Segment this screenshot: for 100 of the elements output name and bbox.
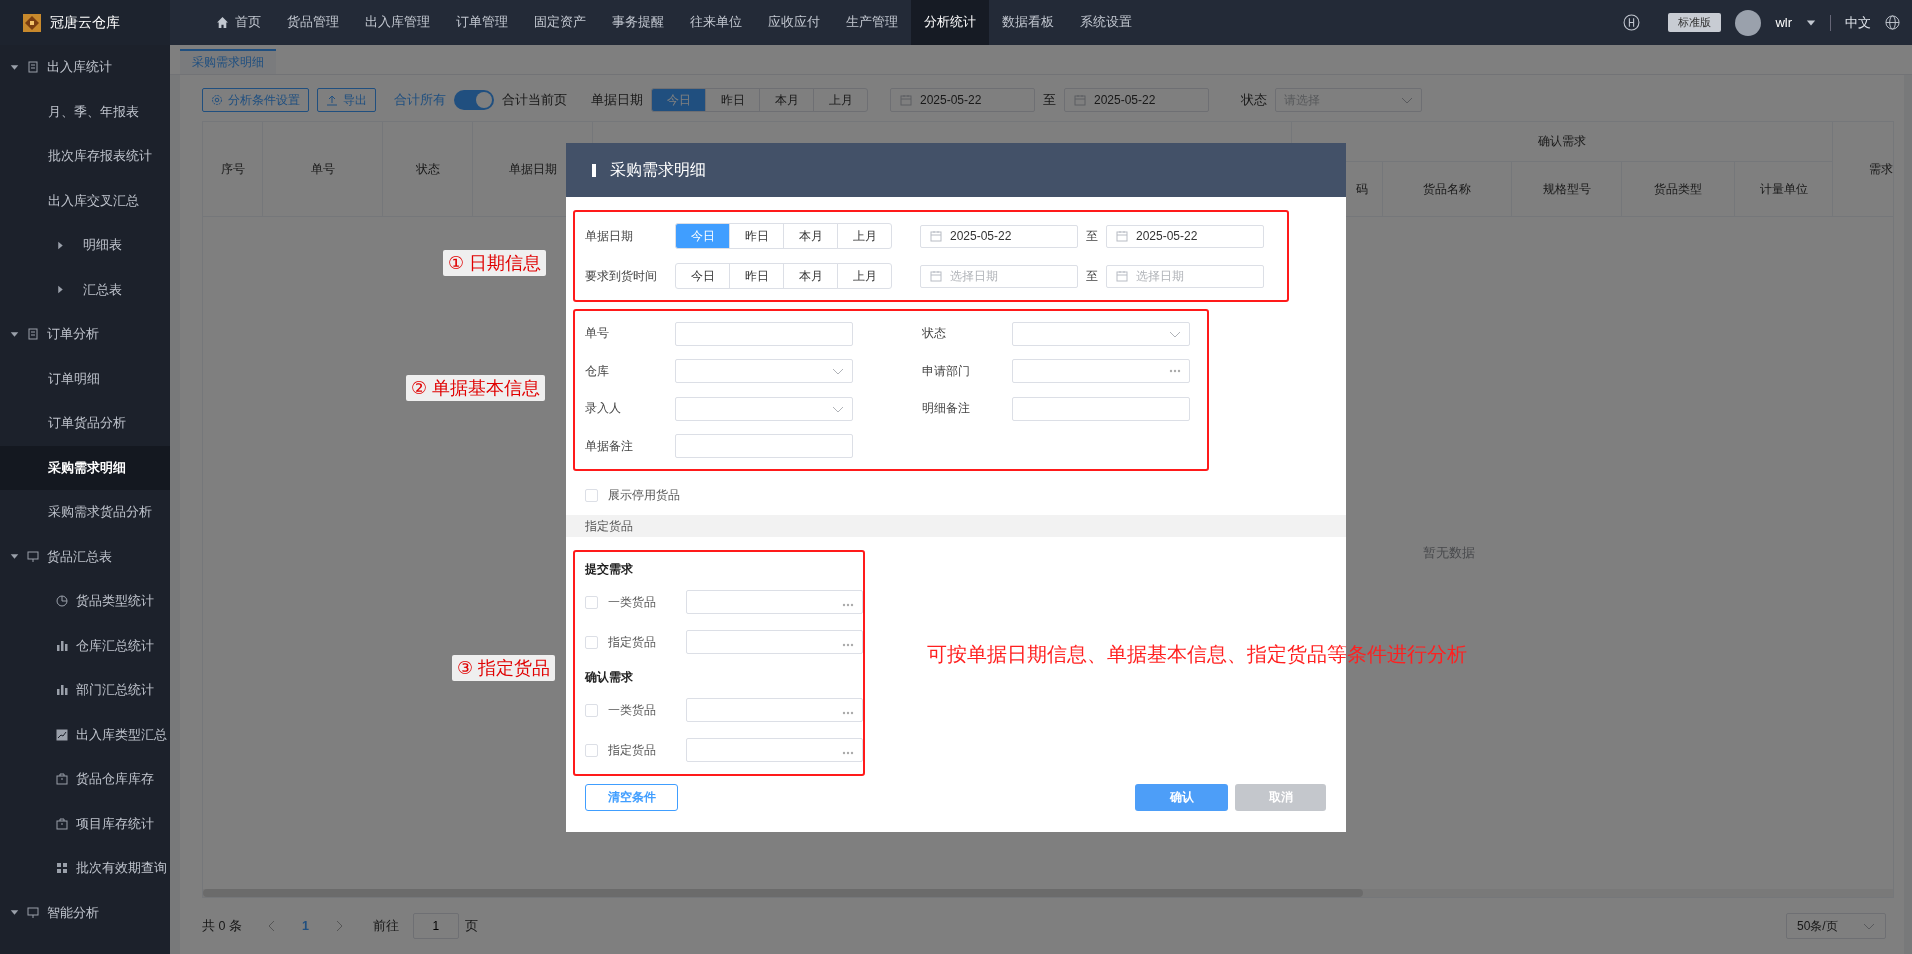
more-icon bbox=[842, 751, 854, 755]
date-option[interactable]: 本月 bbox=[759, 88, 814, 112]
select-field[interactable] bbox=[675, 359, 853, 384]
date-field[interactable]: 2025-05-22 bbox=[890, 88, 1035, 112]
calendar-icon bbox=[930, 270, 942, 282]
input-field[interactable] bbox=[1012, 396, 1190, 421]
sidebar-item[interactable]: 出入库类型汇总 bbox=[0, 712, 170, 757]
sidebar-group[interactable]: 智能分析 bbox=[0, 890, 170, 935]
calendar-icon bbox=[900, 94, 912, 106]
select-field[interactable] bbox=[1012, 321, 1190, 346]
globe-icon[interactable] bbox=[1885, 15, 1900, 30]
sidebar-item[interactable]: 项目库存统计 bbox=[0, 801, 170, 846]
column-header: 单号 bbox=[263, 122, 383, 216]
date-option[interactable]: 上月 bbox=[837, 223, 892, 249]
date-field[interactable]: 2025-05-22 bbox=[920, 224, 1078, 248]
date-option[interactable]: 本月 bbox=[783, 263, 838, 289]
sidebar-item[interactable]: 出入库交叉汇总 bbox=[0, 178, 170, 223]
date-option[interactable]: 上月 bbox=[813, 88, 868, 112]
picker-field[interactable] bbox=[1012, 359, 1190, 384]
annotation-label: ② 单据基本信息 bbox=[406, 375, 546, 401]
calendar-icon bbox=[1074, 94, 1086, 106]
sidebar-group[interactable]: 订单分析 bbox=[0, 312, 170, 357]
sidebar-item[interactable]: 批次有效期查询 bbox=[0, 846, 170, 891]
nav-item[interactable]: 数据看板 bbox=[989, 0, 1067, 45]
sidebar-item[interactable]: 月、季、年报表 bbox=[0, 89, 170, 134]
input-field[interactable] bbox=[675, 321, 853, 346]
dialog-title: 采购需求明细 bbox=[610, 159, 706, 180]
field-label: 单号 bbox=[585, 325, 610, 343]
nav-item[interactable]: 分析统计 bbox=[911, 0, 989, 45]
sidebar-item[interactable]: 仓库汇总统计 bbox=[0, 623, 170, 668]
picker-field[interactable] bbox=[685, 698, 863, 722]
date-field[interactable]: 2025-05-22 bbox=[1064, 88, 1209, 112]
nav-item[interactable]: 系统设置 bbox=[1067, 0, 1145, 45]
date-label: 单据日期 bbox=[591, 91, 643, 109]
sidebar-item[interactable]: 货品仓库库存 bbox=[0, 757, 170, 802]
checkbox[interactable] bbox=[585, 488, 598, 502]
sidebar-item[interactable]: 汇总表 bbox=[0, 267, 170, 312]
group-title: 提交需求 bbox=[585, 560, 634, 578]
sidebar-group[interactable]: 货品汇总表 bbox=[0, 534, 170, 579]
sidebar-item[interactable]: 明细表 bbox=[0, 223, 170, 268]
presentation-icon bbox=[27, 906, 39, 919]
column-header: 货品类型 bbox=[1622, 162, 1735, 216]
date-option[interactable]: 昨日 bbox=[729, 223, 784, 249]
sidebar-group-label: 智能分析 bbox=[47, 903, 99, 922]
date-field[interactable]: 2025-05-22 bbox=[1106, 224, 1264, 248]
caret-right-icon bbox=[56, 285, 65, 295]
language-label[interactable]: 中文 bbox=[1845, 13, 1871, 32]
user-name[interactable]: wlr bbox=[1775, 15, 1792, 30]
checkbox-label: 指定货品 bbox=[607, 633, 657, 651]
date-option[interactable]: 上月 bbox=[837, 263, 892, 289]
nav-item[interactable]: 生产管理 bbox=[833, 0, 911, 45]
date-option[interactable]: 今日 bbox=[675, 263, 730, 289]
sidebar-item[interactable]: 货品类型统计 bbox=[0, 579, 170, 624]
field-label: 仓库 bbox=[585, 362, 610, 380]
nav-item[interactable]: 订单管理 bbox=[443, 0, 521, 45]
checkbox[interactable] bbox=[585, 635, 598, 649]
date-option[interactable]: 本月 bbox=[783, 223, 838, 249]
logo-icon bbox=[22, 12, 42, 33]
sidebar-item[interactable]: 订单货品分析 bbox=[0, 401, 170, 446]
nav-item[interactable]: 事务提醒 bbox=[599, 0, 677, 45]
document-icon bbox=[27, 61, 39, 74]
nav-item[interactable]: 货品管理 bbox=[274, 0, 352, 45]
select-field[interactable] bbox=[675, 396, 853, 421]
sidebar-group-label: 订单分析 bbox=[47, 325, 99, 344]
picker-field[interactable] bbox=[685, 590, 863, 614]
range-separator: 至 bbox=[1085, 267, 1099, 285]
more-icon bbox=[842, 711, 854, 715]
calendar-icon bbox=[930, 230, 942, 242]
calendar-icon bbox=[1116, 270, 1128, 282]
date-option[interactable]: 昨日 bbox=[705, 88, 760, 112]
date-option[interactable]: 昨日 bbox=[729, 263, 784, 289]
field-label: 状态 bbox=[922, 325, 947, 343]
page-input[interactable]: 1 bbox=[412, 913, 459, 939]
nav-item[interactable]: 往来单位 bbox=[677, 0, 755, 45]
sum-toggle[interactable] bbox=[454, 90, 494, 110]
sidebar-item[interactable]: 采购需求明细 bbox=[0, 445, 170, 490]
nav-item[interactable]: 首页 bbox=[203, 0, 274, 45]
nav-item[interactable]: 应收应付 bbox=[755, 0, 833, 45]
sidebar-item[interactable]: 订单明细 bbox=[0, 356, 170, 401]
column-header: 货品名称 bbox=[1383, 162, 1512, 216]
section-header: 指定货品 bbox=[566, 515, 1346, 537]
checkbox[interactable] bbox=[585, 595, 598, 609]
sidebar-group[interactable]: 出入库统计 bbox=[0, 45, 170, 90]
line-chart-icon bbox=[56, 728, 68, 741]
group-title: 确认需求 bbox=[585, 668, 634, 686]
page-size-select[interactable]: 50条/页 bbox=[1786, 913, 1886, 939]
avatar[interactable] bbox=[1735, 9, 1762, 36]
picker-field[interactable] bbox=[685, 630, 863, 654]
sidebar-item[interactable]: 批次库存报表统计 bbox=[0, 134, 170, 179]
checkbox[interactable] bbox=[585, 703, 598, 717]
column-header: 需求 bbox=[1868, 160, 1893, 178]
input-field[interactable] bbox=[675, 434, 853, 459]
checkbox-label: 一类货品 bbox=[607, 701, 657, 719]
nav-item[interactable]: 出入库管理 bbox=[352, 0, 443, 45]
sidebar-item[interactable]: 部门汇总统计 bbox=[0, 668, 170, 713]
checkbox[interactable] bbox=[585, 743, 598, 757]
caret-down-icon bbox=[10, 552, 19, 562]
nav-item[interactable]: 固定资产 bbox=[521, 0, 599, 45]
picker-field[interactable] bbox=[685, 738, 863, 762]
sidebar-item[interactable]: 采购需求货品分析 bbox=[0, 490, 170, 535]
